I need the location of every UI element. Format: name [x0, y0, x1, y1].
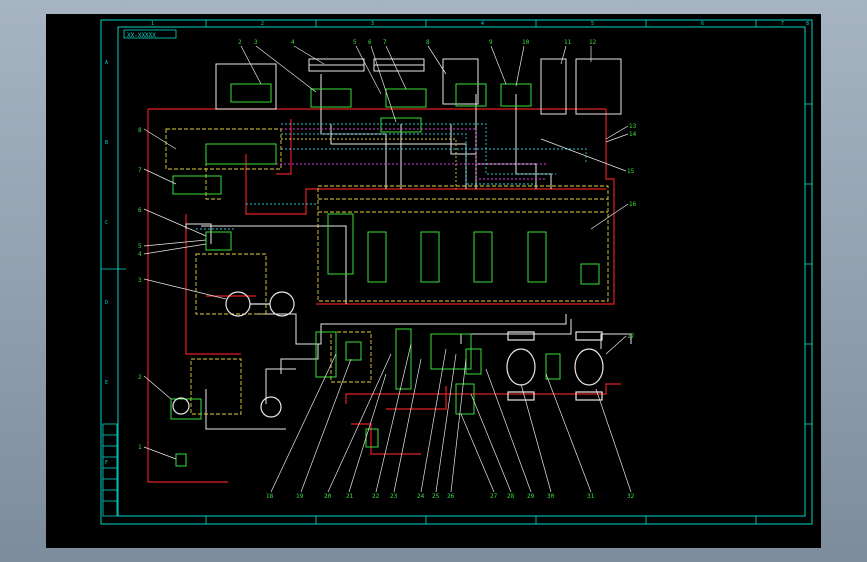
revision-table — [102, 423, 118, 517]
callout-right: 16 — [629, 201, 637, 208]
callout-left: 8 — [138, 127, 142, 134]
callout-right: 15 — [627, 168, 635, 175]
callout-left: 1 — [138, 444, 142, 451]
steering-pump-symbol — [260, 396, 282, 418]
pressure-lines — [147, 108, 621, 483]
signal-lines — [165, 128, 609, 415]
callout-left: 2 — [138, 374, 142, 381]
callout-bottom: 21 — [346, 493, 354, 500]
callout-top: 11 — [564, 39, 572, 46]
callout-bottom: 25 — [432, 493, 440, 500]
grid-top-label: 4 — [481, 21, 484, 27]
callout-bottom: 32 — [627, 493, 635, 500]
valve-blocks — [170, 83, 600, 467]
return-lines — [185, 74, 632, 430]
callout-top: 9 — [489, 39, 493, 46]
drawing-viewport[interactable]: XX-XXXXX 12345678 ABCDEF 2 3 4 5 6 7 8 9… — [46, 14, 821, 548]
title-block-text: XX-XXXXX — [127, 32, 156, 39]
callout-left: 7 — [138, 167, 142, 174]
callout-top: 3 — [254, 39, 258, 46]
grid-top-labels: 1 2 3 4 5 6 7 8 — [151, 21, 809, 27]
grid-top-label: 8 — [806, 21, 809, 27]
cylinder-group-top — [215, 58, 622, 115]
callout-top: 10 — [522, 39, 530, 46]
callout-top: 6 — [368, 39, 372, 46]
grid-left-label: C — [105, 220, 108, 226]
callout-top: 2 — [238, 39, 242, 46]
callout-left: 3 — [138, 277, 142, 284]
leader-lines — [143, 45, 632, 493]
callout-right: 14 — [629, 131, 637, 138]
grid-left-labels: A B C D E F — [105, 60, 108, 466]
grid-left-label: E — [105, 380, 108, 386]
callout-labels: 2 3 4 5 6 7 8 9 10 11 1212345678131415161718 19 20 21… — [138, 39, 637, 500]
grid-top-label: 3 — [371, 21, 374, 27]
grid-top-label: 2 — [261, 21, 264, 27]
callout-bottom: 29 — [527, 493, 535, 500]
callout-left: 5 — [138, 243, 142, 250]
grid-top-label: 7 — [781, 21, 784, 27]
drive-motor-symbol — [269, 291, 295, 317]
callout-bottom: 26 — [447, 493, 455, 500]
callout-bottom: 28 — [507, 493, 515, 500]
callout-left: 4 — [138, 251, 142, 258]
callout-top: 5 — [353, 39, 357, 46]
callout-bottom: 31 — [587, 493, 595, 500]
callout-top: 4 — [291, 39, 295, 46]
travel-motor-right — [574, 348, 604, 386]
callout-bottom: 22 — [372, 493, 380, 500]
callout-bottom: 23 — [390, 493, 398, 500]
grid-left-label: B — [105, 140, 108, 146]
callout-bottom: 30 — [547, 493, 555, 500]
callout-bottom: 20 — [324, 493, 332, 500]
callout-bottom: 19 — [296, 493, 304, 500]
callout-left: 6 — [138, 207, 142, 214]
grid-top-label: 5 — [591, 21, 594, 27]
callout-top: 7 — [383, 39, 387, 46]
grid-top-label: 1 — [151, 21, 154, 27]
callout-bottom: 27 — [490, 493, 498, 500]
callout-top: 12 — [589, 39, 597, 46]
callout-top: 8 — [426, 39, 430, 46]
hydraulic-schematic-sheet: XX-XXXXX 12345678 ABCDEF 2 3 4 5 6 7 8 9… — [100, 19, 813, 525]
callout-right: 13 — [629, 123, 637, 130]
grid-left-label: D — [105, 300, 108, 306]
callout-bottom: 18 — [266, 493, 274, 500]
callout-bottom: 24 — [417, 493, 425, 500]
travel-motor-left — [506, 348, 536, 386]
callout-right: 17 — [627, 333, 635, 340]
inner-frame — [117, 26, 806, 517]
grid-left-label: A — [105, 60, 108, 66]
grid-left-label: F — [105, 460, 108, 466]
pilot-bundle-lines — [196, 123, 587, 230]
grid-top-label: 6 — [701, 21, 704, 27]
